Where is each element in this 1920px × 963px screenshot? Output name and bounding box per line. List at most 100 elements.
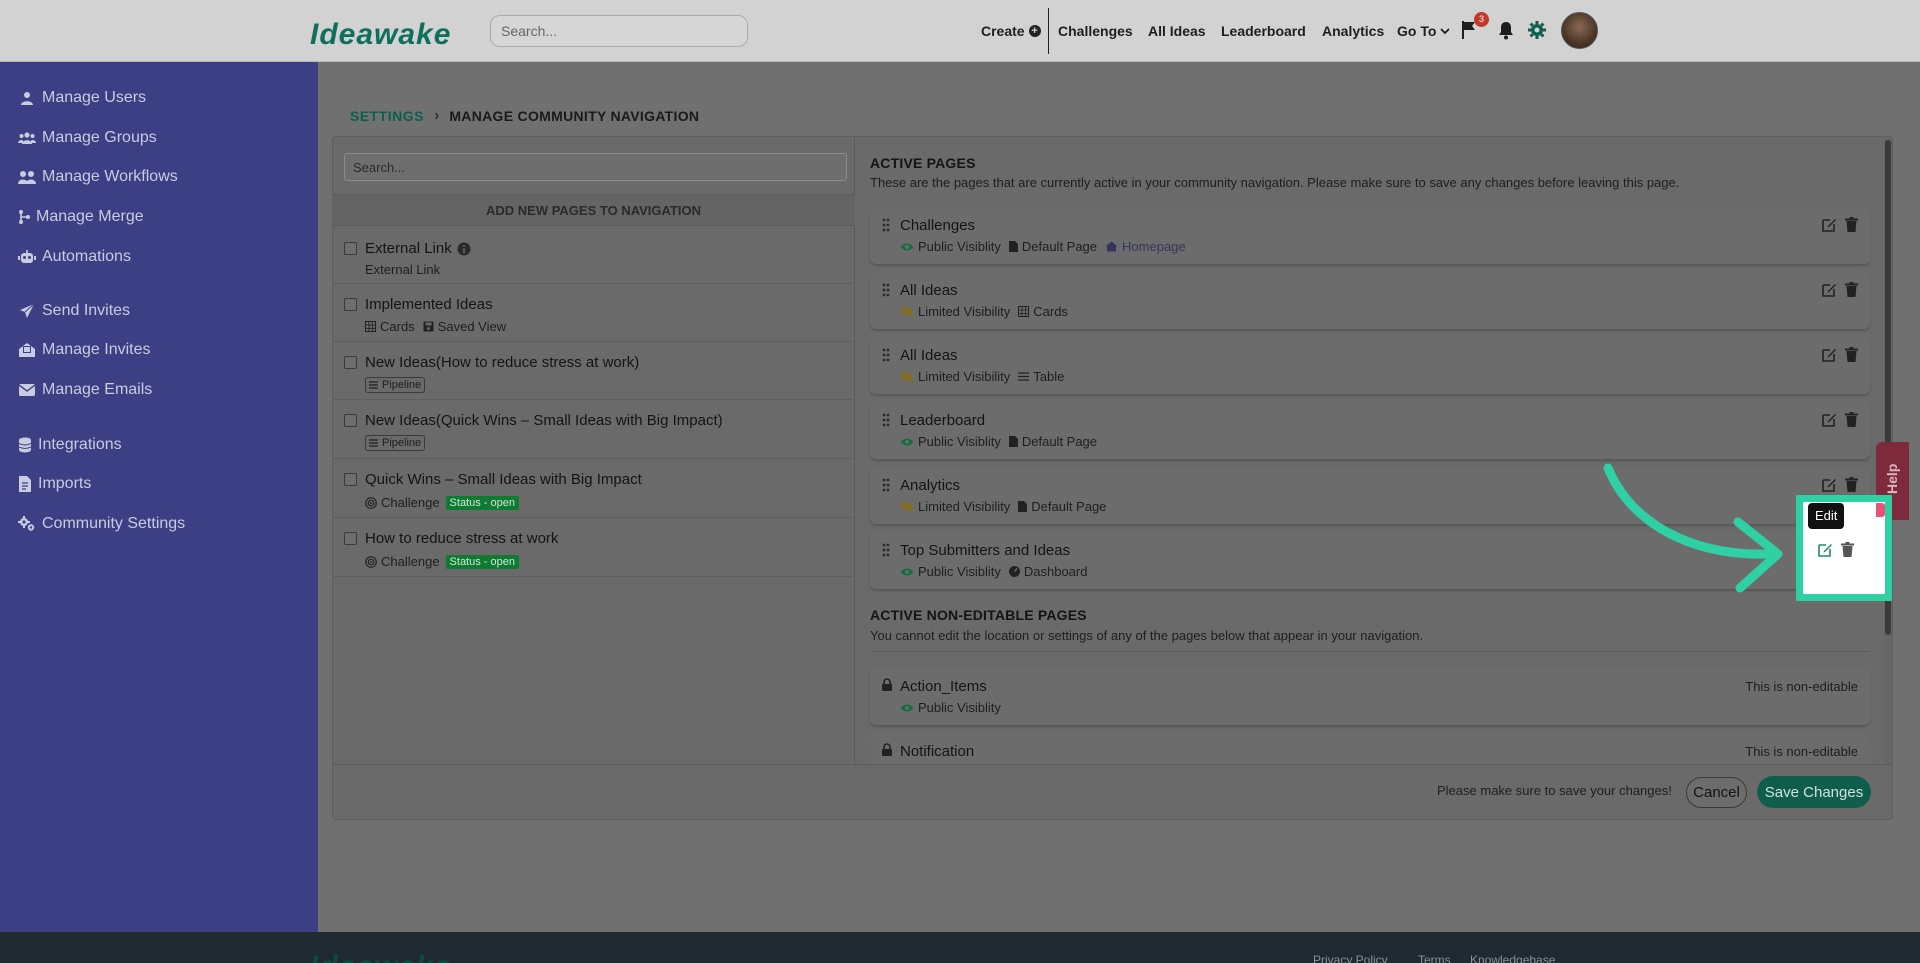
trash-icon[interactable] <box>1845 282 1858 297</box>
drag-handle-icon[interactable] <box>882 218 890 232</box>
brand-logo[interactable]: Ideawake <box>310 18 451 52</box>
item-title: New Ideas(Quick Wins – Small Ideas with … <box>365 412 723 429</box>
footer-link-terms[interactable]: Terms <box>1418 953 1451 963</box>
sidebar-item-manage-invites[interactable]: Manage Invites <box>18 341 151 359</box>
active-page-row: Leaderboard Public Visiblity Default Pag… <box>870 402 1870 459</box>
sidebar-item-manage-workflows[interactable]: Manage Workflows <box>18 168 178 186</box>
page-name: Analytics <box>900 477 961 494</box>
checkbox[interactable] <box>344 532 357 545</box>
list-icon <box>1018 372 1030 381</box>
edit-icon[interactable] <box>1818 542 1833 557</box>
workflow-icon <box>18 168 36 186</box>
edit-icon[interactable] <box>1822 412 1837 427</box>
trash-icon[interactable] <box>1845 217 1858 232</box>
trash-icon[interactable] <box>1845 347 1858 362</box>
drag-handle-icon[interactable] <box>882 283 890 297</box>
nav-analytics-label: Analytics <box>1322 23 1385 39</box>
save-changes-button[interactable]: Save Changes <box>1757 776 1871 808</box>
sidebar-item-manage-merge[interactable]: Manage Merge <box>18 208 144 226</box>
breadcrumb-settings-link[interactable]: SETTINGS <box>350 108 424 124</box>
status-badge: Status - open <box>445 554 519 569</box>
robot-icon <box>18 248 36 266</box>
edit-tooltip: Edit <box>1808 503 1845 529</box>
sidebar-item-label: Send Invites <box>42 302 131 319</box>
sidebar-item-manage-users[interactable]: Manage Users <box>18 89 146 107</box>
dashboard-icon <box>1008 566 1020 577</box>
bullseye-icon <box>365 496 377 509</box>
nav-all-ideas[interactable]: All Ideas <box>1148 0 1206 62</box>
lock-icon <box>882 678 892 691</box>
item-meta: Pipeline <box>382 379 422 391</box>
drag-handle-icon[interactable] <box>882 478 890 492</box>
item-title: Implemented Ideas <box>365 296 493 313</box>
drag-handle-icon[interactable] <box>882 413 890 427</box>
trash-icon[interactable] <box>1845 477 1858 492</box>
edit-icon[interactable] <box>1822 347 1837 362</box>
gear-icon[interactable] <box>1527 20 1547 40</box>
page-title: MANAGE COMMUNITY NAVIGATION <box>449 108 700 124</box>
list-item: How to reduce stress at work Challenge S… <box>332 518 855 577</box>
user-avatar[interactable] <box>1561 12 1598 49</box>
nav-leaderboard[interactable]: Leaderboard <box>1221 0 1306 62</box>
save-icon <box>423 321 434 332</box>
nav-create[interactable]: Create + <box>981 0 1041 62</box>
lock-icon <box>882 743 892 756</box>
trash-icon[interactable] <box>1845 412 1858 427</box>
file-icon <box>1008 241 1018 252</box>
sidebar-item-automations[interactable]: Automations <box>18 248 131 266</box>
item-meta: External Link <box>365 262 441 277</box>
file-import-icon <box>18 475 32 493</box>
global-search-input[interactable] <box>490 15 748 47</box>
info-icon[interactable] <box>457 242 471 256</box>
checkbox[interactable] <box>344 414 357 427</box>
pipeline-tag: Pipeline <box>365 435 426 451</box>
eye-icon <box>900 703 914 713</box>
non-editable-row: Notification This is non-editable <box>870 733 1870 764</box>
bell-icon[interactable] <box>1497 20 1515 40</box>
nav-challenges[interactable]: Challenges <box>1058 0 1133 62</box>
checkbox[interactable] <box>344 242 357 255</box>
sidebar-item-manage-groups[interactable]: Manage Groups <box>18 129 157 147</box>
nav-all-ideas-label: All Ideas <box>1148 23 1206 39</box>
edit-icon[interactable] <box>1822 282 1837 297</box>
sidebar-item-label: Community Settings <box>42 515 186 532</box>
page-name: All Ideas <box>900 347 958 364</box>
cancel-button[interactable]: Cancel <box>1686 777 1747 808</box>
users-icon <box>18 129 36 147</box>
drag-handle-icon[interactable] <box>882 348 890 362</box>
sidebar-item-send-invites[interactable]: Send Invites <box>18 302 130 320</box>
available-pages-search-input[interactable] <box>344 153 847 181</box>
checkbox[interactable] <box>344 298 357 311</box>
merge-icon <box>18 208 30 226</box>
help-label: Help <box>1884 463 1900 494</box>
nav-leaderboard-label: Leaderboard <box>1221 23 1306 39</box>
nav-analytics[interactable]: Analytics <box>1322 0 1384 62</box>
non-editable-note: This is non-editable <box>1745 744 1858 759</box>
sidebar-item-label: Manage Workflows <box>42 168 178 185</box>
list-item: Quick Wins – Small Ideas with Big Impact… <box>332 459 855 518</box>
page-type-label: Default Page <box>1031 499 1107 514</box>
drag-handle-icon[interactable] <box>882 543 890 557</box>
paper-plane-icon <box>18 302 36 320</box>
trash-icon[interactable] <box>1841 542 1854 557</box>
sidebar-item-manage-emails[interactable]: Manage Emails <box>18 381 152 399</box>
sidebar-item-label: Integrations <box>38 436 122 453</box>
home-icon <box>1105 241 1118 252</box>
nav-challenges-label: Challenges <box>1058 23 1133 39</box>
page-type-label: Dashboard <box>1023 564 1088 579</box>
chevron-down-icon <box>1440 28 1451 35</box>
edit-icon[interactable] <box>1822 477 1837 492</box>
sidebar-item-community-settings[interactable]: Community Settings <box>18 515 185 533</box>
sidebar-item-integrations[interactable]: Integrations <box>18 436 122 454</box>
footer-link-privacy[interactable]: Privacy Policy <box>1313 953 1388 963</box>
active-pages-title: ACTIVE PAGES <box>870 155 976 171</box>
checkbox[interactable] <box>344 473 357 486</box>
sidebar-item-imports[interactable]: Imports <box>18 475 91 493</box>
sidebar-item-label: Manage Invites <box>42 341 151 358</box>
footer-link-knowledgebase[interactable]: Knowledgebase <box>1470 953 1555 963</box>
nav-go-to[interactable]: Go To <box>1397 0 1451 62</box>
edit-icon[interactable] <box>1822 217 1837 232</box>
checkbox[interactable] <box>344 356 357 369</box>
eye-icon <box>900 567 914 577</box>
breadcrumb: SETTINGS › MANAGE COMMUNITY NAVIGATION <box>350 107 699 125</box>
